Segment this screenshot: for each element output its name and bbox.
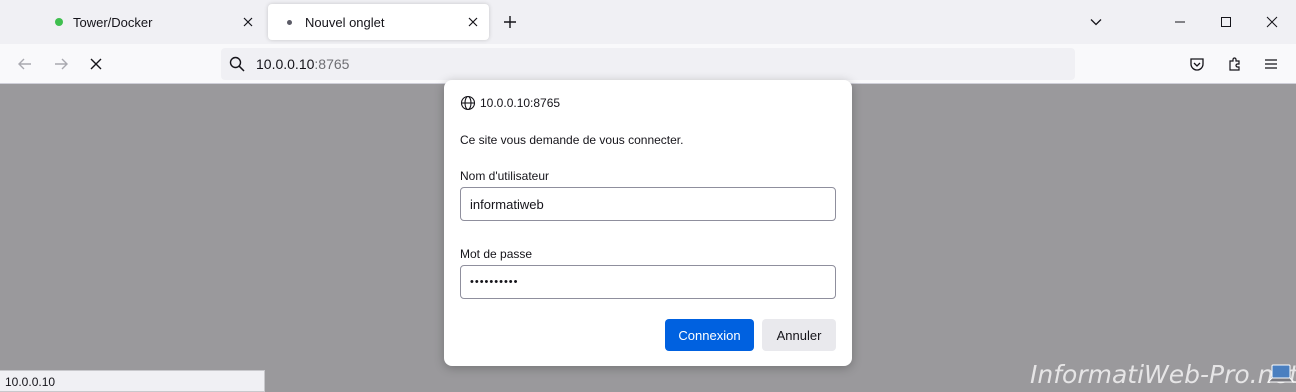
- plus-icon[interactable]: [500, 12, 520, 32]
- tab-tower-docker[interactable]: Tower/Docker: [40, 4, 264, 40]
- laptop-logo-icon: [1266, 364, 1294, 383]
- extensions-icon[interactable]: [1225, 54, 1245, 74]
- pocket-icon[interactable]: [1187, 54, 1207, 74]
- minimize-icon[interactable]: [1170, 12, 1190, 32]
- tab-new-tab[interactable]: Nouvel onglet: [268, 4, 489, 40]
- close-icon[interactable]: [238, 12, 258, 32]
- password-value: ••••••••••: [470, 276, 519, 288]
- password-input[interactable]: ••••••••••: [460, 265, 836, 299]
- login-button[interactable]: Connexion: [665, 319, 754, 351]
- username-value: informatiweb: [470, 196, 544, 212]
- tab-status-dot: [55, 18, 63, 26]
- username-label: Nom d'utilisateur: [460, 169, 549, 183]
- stop-icon[interactable]: [86, 54, 106, 74]
- forward-arrow-icon[interactable]: [51, 54, 71, 74]
- globe-icon: [460, 95, 476, 111]
- password-label: Mot de passe: [460, 247, 533, 261]
- dialog-origin: 10.0.0.10:8765: [460, 95, 560, 111]
- close-icon[interactable]: [463, 12, 483, 32]
- tab-label: Nouvel onglet: [305, 14, 385, 30]
- close-window-icon[interactable]: [1262, 12, 1282, 32]
- url-host: 10.0.0.10: [256, 56, 315, 72]
- back-arrow-icon[interactable]: [15, 54, 35, 74]
- address-bar[interactable]: 10.0.0.10:8765: [221, 48, 1075, 80]
- menu-icon[interactable]: [1261, 54, 1281, 74]
- tab-loading-dot: [287, 19, 292, 25]
- chevron-down-icon[interactable]: [1086, 12, 1106, 32]
- address-text: 10.0.0.10:8765: [256, 56, 349, 72]
- url-port: :8765: [314, 56, 350, 72]
- username-input[interactable]: informatiweb: [460, 187, 836, 221]
- dialog-origin-text: 10.0.0.10:8765: [480, 96, 561, 110]
- status-bar: 10.0.0.10: [0, 370, 265, 392]
- cancel-button[interactable]: Annuler: [762, 319, 836, 351]
- watermark-text: InformatiWeb-Pro.net: [1030, 360, 1296, 389]
- tab-label: Tower/Docker: [73, 14, 153, 30]
- tab-strip: Tower/Docker Nouvel onglet: [0, 0, 1296, 44]
- auth-dialog: 10.0.0.10:8765 Ce site vous demande de v…: [444, 80, 852, 366]
- maximize-icon[interactable]: [1216, 12, 1236, 32]
- navigation-toolbar: 10.0.0.10:8765: [0, 44, 1296, 84]
- dialog-message: Ce site vous demande de vous connecter.: [460, 133, 684, 147]
- search-icon: [227, 54, 247, 74]
